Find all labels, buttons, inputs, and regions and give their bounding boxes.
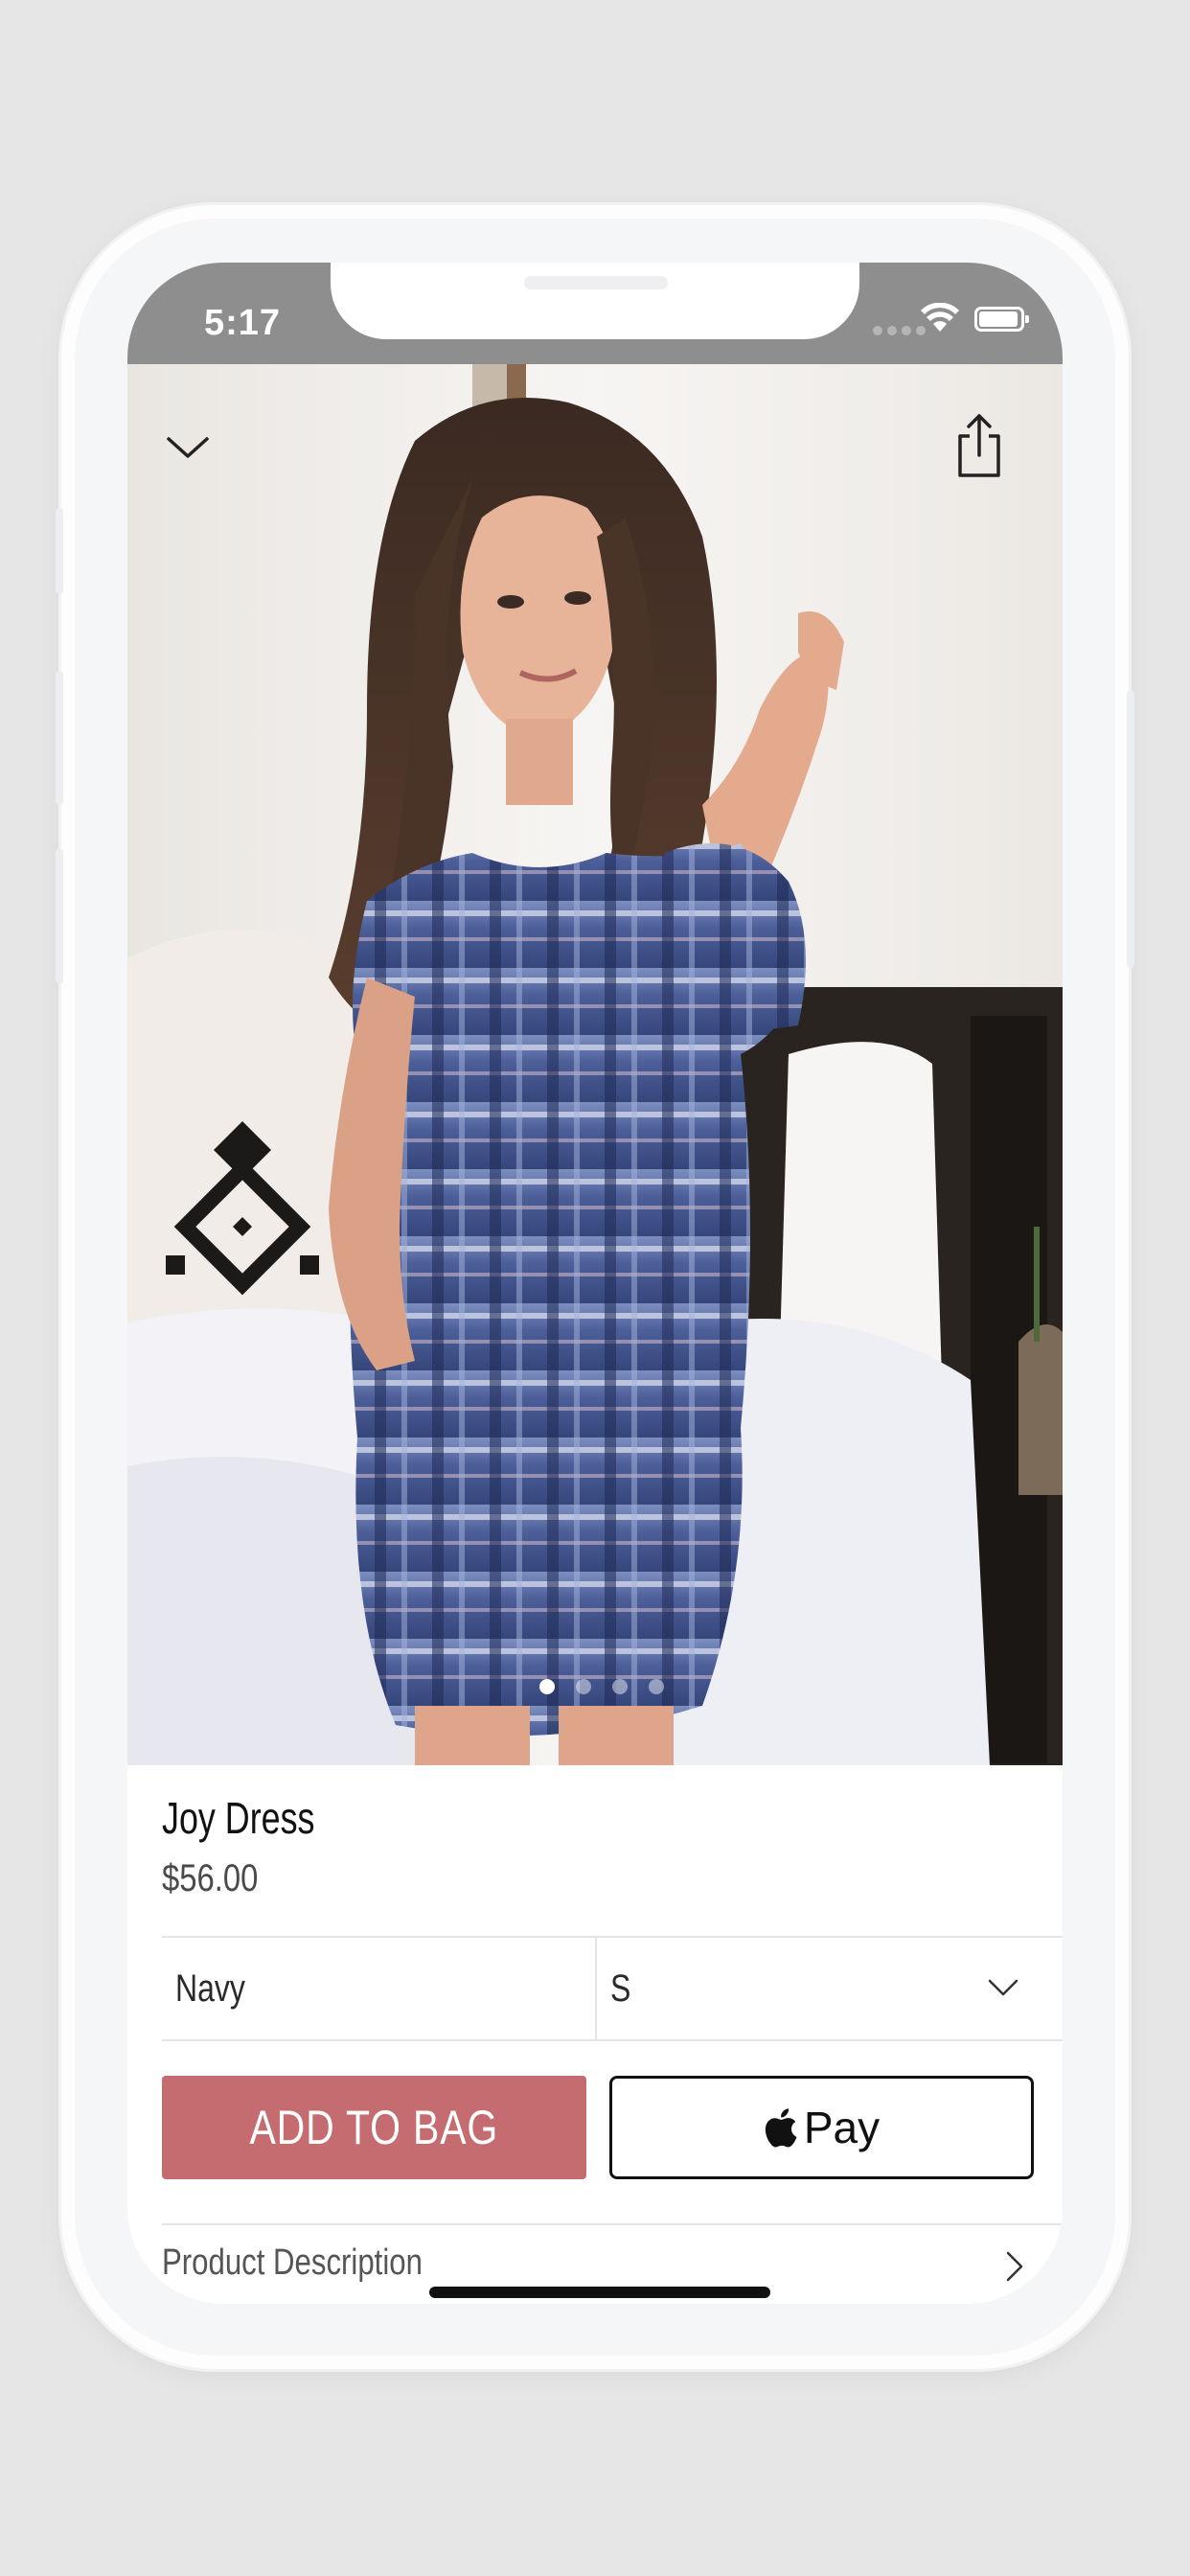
divider <box>162 2039 1063 2041</box>
variant-selectors: Navy S <box>162 1938 1063 2039</box>
carousel-dot[interactable] <box>539 1679 555 1694</box>
status-time: 5:17 <box>204 303 282 343</box>
collapse-button[interactable] <box>164 427 212 466</box>
wifi-icon <box>921 303 959 332</box>
volume-down-button <box>56 849 63 983</box>
carousel-dot[interactable] <box>649 1679 664 1694</box>
notch <box>331 263 859 339</box>
battery-icon <box>974 307 1029 332</box>
share-button[interactable] <box>955 412 1003 479</box>
add-to-bag-label: ADD TO BAG <box>249 2101 499 2154</box>
app-screen: 5:17 Joy Dress $56.00 Navy S ADD TO BAG … <box>127 263 1063 2304</box>
carousel-dot[interactable] <box>576 1679 591 1694</box>
product-price: $56.00 <box>162 1857 259 1899</box>
chevron-down-icon <box>988 1979 1018 1996</box>
add-to-bag-button[interactable]: ADD TO BAG <box>162 2076 586 2179</box>
carousel-pagination[interactable] <box>539 1679 664 1694</box>
color-selector[interactable]: Navy <box>162 1938 597 2039</box>
volume-up-button <box>56 671 63 805</box>
home-indicator[interactable] <box>429 2287 770 2298</box>
size-selector[interactable]: S <box>597 1938 1063 2039</box>
share-icon <box>958 414 1000 477</box>
product-description-label: Product Description <box>162 2242 423 2283</box>
apple-pay-label: Pay <box>803 2103 881 2152</box>
size-value: S <box>610 1966 631 2010</box>
product-title: Joy Dress <box>162 1793 315 1843</box>
power-button <box>1127 690 1134 968</box>
speaker-grille <box>524 276 668 289</box>
apple-logo-icon <box>765 2108 797 2148</box>
signal-icon <box>873 326 926 335</box>
apple-pay-button[interactable]: Pay <box>609 2076 1034 2179</box>
silent-switch <box>56 508 63 594</box>
chevron-down-icon <box>167 437 209 458</box>
carousel-dot[interactable] <box>612 1679 628 1694</box>
product-image-carousel[interactable] <box>127 364 1063 1765</box>
chevron-right-icon <box>1006 2251 1023 2282</box>
color-value: Navy <box>175 1966 245 2010</box>
product-photo <box>127 364 1063 1765</box>
